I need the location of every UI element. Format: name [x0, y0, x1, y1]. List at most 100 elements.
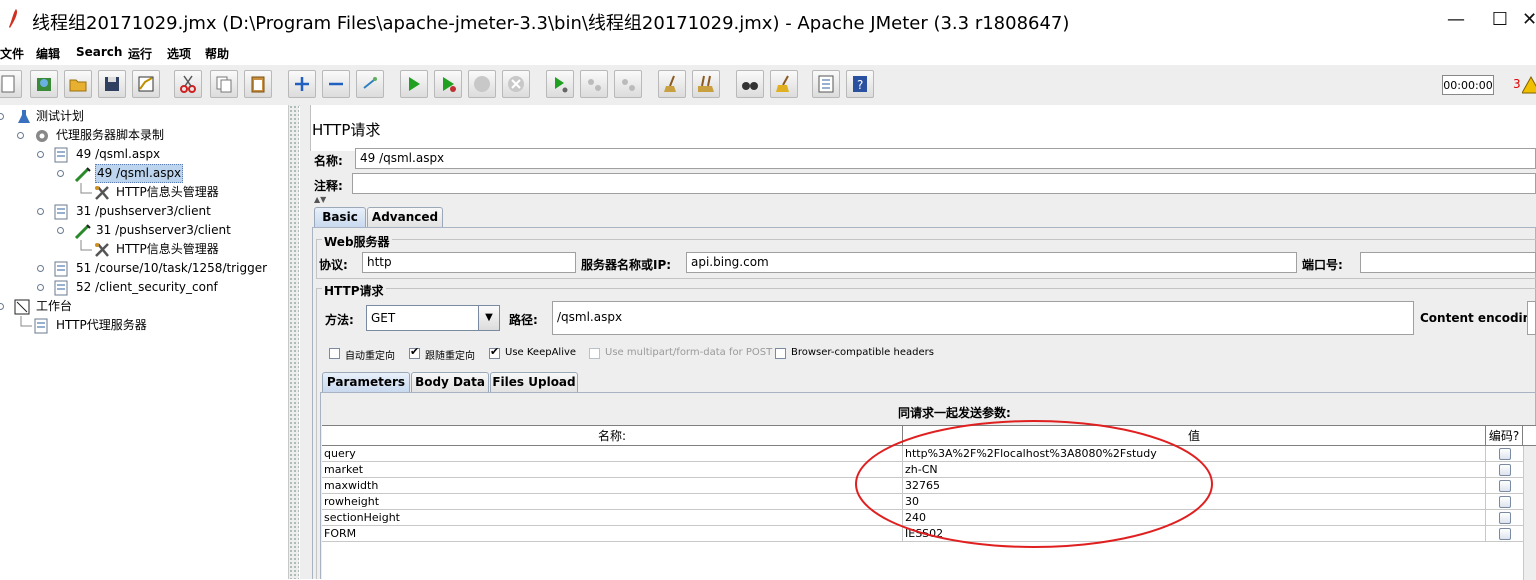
tree-item-http-proxy[interactable]: HTTP代理服务器	[0, 316, 280, 335]
tab-parameters[interactable]: Parameters	[322, 372, 410, 392]
clear-button[interactable]	[658, 70, 686, 98]
shutdown-button[interactable]	[502, 70, 530, 98]
play-no-timer-icon	[443, 77, 456, 92]
encode-checkbox[interactable]	[1499, 496, 1511, 508]
remote-shutdown-button[interactable]	[614, 70, 642, 98]
remote-start-button[interactable]	[546, 70, 574, 98]
help-button[interactable]: ?	[846, 70, 874, 98]
play-icon	[409, 77, 420, 91]
new-button[interactable]	[0, 70, 22, 98]
web-server-group-label: Web服务器	[322, 233, 392, 250]
tab-body-data[interactable]: Body Data	[411, 372, 489, 392]
tree-item-sampler[interactable]: 49 /qsml.aspx	[0, 145, 280, 164]
multipart-checkbox[interactable]	[589, 348, 600, 359]
broom-double-icon	[698, 75, 714, 92]
encode-checkbox[interactable]	[1499, 464, 1511, 476]
clear-all-button[interactable]	[692, 70, 720, 98]
stop-button[interactable]	[468, 70, 496, 98]
tree-item-sampler[interactable]: 51 /course/10/task/1258/trigger	[0, 259, 280, 278]
clipboard-icon	[251, 76, 265, 93]
column-header-name[interactable]: 名称:	[322, 426, 903, 446]
tree-label: 49 /qsml.aspx	[76, 147, 161, 161]
menu-file[interactable]: 文件	[0, 45, 24, 62]
column-header-encode[interactable]: 编码?	[1486, 426, 1523, 446]
maximize-button[interactable]: ☐	[1480, 6, 1520, 34]
port-input[interactable]	[1360, 252, 1536, 273]
remote-play-icon	[555, 77, 568, 93]
comment-label: 注释:	[314, 179, 343, 193]
http-request-group-label: HTTP请求	[322, 282, 386, 299]
param-name-cell[interactable]: FORM	[322, 526, 903, 542]
param-name-cell[interactable]: maxwidth	[322, 478, 903, 494]
open-button[interactable]	[64, 70, 92, 98]
tree-item-recorded-sampler[interactable]: 49 /qsml.aspx	[0, 164, 280, 183]
param-name-cell[interactable]: market	[322, 462, 903, 478]
tab-advanced[interactable]: Advanced	[367, 207, 443, 227]
cut-button[interactable]	[174, 70, 202, 98]
minimize-button[interactable]: —	[1436, 6, 1476, 34]
tree-item-recorded-sampler[interactable]: 31 /pushserver3/client	[0, 221, 280, 240]
name-input[interactable]: 49 /qsml.aspx	[355, 148, 1536, 169]
broom-icon	[664, 75, 676, 92]
tree-item-sampler[interactable]: 31 /pushserver3/client	[0, 202, 280, 221]
warning-icon[interactable]	[1522, 75, 1536, 95]
table-scrollbar[interactable]	[1523, 446, 1536, 580]
split-pane-divider[interactable]	[289, 105, 299, 579]
tree-item-workbench[interactable]: 工作台	[0, 297, 280, 316]
content-encoding-input[interactable]	[1527, 301, 1536, 335]
save-screenshot-button[interactable]	[132, 70, 160, 98]
tree-item-sampler[interactable]: 52 /client_security_conf	[0, 278, 280, 297]
tree-label: 52 /client_security_conf	[76, 280, 218, 294]
find-button[interactable]	[736, 70, 764, 98]
tree-item-proxy-script[interactable]: 代理服务器脚本录制	[0, 126, 280, 145]
encode-checkbox[interactable]	[1499, 480, 1511, 492]
templates-button[interactable]	[30, 70, 58, 98]
reset-search-button[interactable]	[770, 70, 798, 98]
expand-all-button[interactable]	[288, 70, 316, 98]
menu-run[interactable]: 运行	[128, 45, 152, 62]
gear-icon	[36, 130, 48, 142]
function-helper-button[interactable]	[812, 70, 840, 98]
start-button[interactable]	[400, 70, 428, 98]
tree-label: 代理服务器脚本录制	[56, 128, 165, 142]
param-name-cell[interactable]: rowheight	[322, 494, 903, 510]
column-header-spacer	[1523, 426, 1536, 446]
toggle-button[interactable]	[356, 70, 384, 98]
paste-button[interactable]	[244, 70, 272, 98]
collapse-arrows-icon[interactable]: ▲▼	[314, 195, 326, 204]
tree-label: 工作台	[36, 299, 73, 313]
tree-item-header-manager[interactable]: HTTP信息头管理器	[0, 240, 280, 259]
menu-help[interactable]: 帮助	[205, 45, 229, 62]
remote-stop-button[interactable]	[580, 70, 608, 98]
follow-redirects-checkbox[interactable]: ✔	[409, 346, 420, 359]
list-icon	[818, 75, 834, 93]
chevron-down-icon[interactable]: ▼	[478, 306, 499, 330]
param-name-cell[interactable]: query	[322, 446, 903, 462]
protocol-input[interactable]: http	[362, 252, 576, 273]
tab-basic[interactable]: Basic	[314, 207, 366, 227]
path-input[interactable]: /qsml.aspx	[552, 301, 1414, 335]
menu-options[interactable]: 选项	[167, 45, 191, 62]
collapse-all-button[interactable]	[322, 70, 350, 98]
tab-files-upload[interactable]: Files Upload	[490, 372, 578, 392]
menu-search[interactable]: Search	[76, 45, 122, 59]
auto-redirect-checkbox[interactable]	[329, 348, 340, 359]
method-select[interactable]: GET ▼	[366, 305, 500, 331]
menu-bar: 文件 编辑 Search 运行 选项 帮助	[0, 40, 1536, 65]
encode-checkbox[interactable]	[1499, 512, 1511, 524]
encode-checkbox[interactable]	[1499, 448, 1511, 460]
browser-headers-checkbox[interactable]	[775, 348, 786, 359]
encode-checkbox[interactable]	[1499, 528, 1511, 540]
server-input[interactable]: api.bing.com	[686, 252, 1297, 273]
param-name-cell[interactable]: sectionHeight	[322, 510, 903, 526]
start-no-pauses-button[interactable]	[434, 70, 462, 98]
comment-input[interactable]	[352, 173, 1536, 194]
menu-edit[interactable]: 编辑	[36, 45, 60, 62]
window-title: 线程组20171029.jmx (D:\Program Files\apache…	[32, 13, 1070, 34]
close-button[interactable]: ✕	[1522, 6, 1536, 34]
save-button[interactable]	[98, 70, 126, 98]
keepalive-checkbox[interactable]: ✔	[489, 346, 500, 359]
tree-item-header-manager[interactable]: HTTP信息头管理器	[0, 183, 280, 202]
copy-button[interactable]	[210, 70, 238, 98]
tree-item-test-plan[interactable]: 测试计划	[0, 107, 280, 126]
